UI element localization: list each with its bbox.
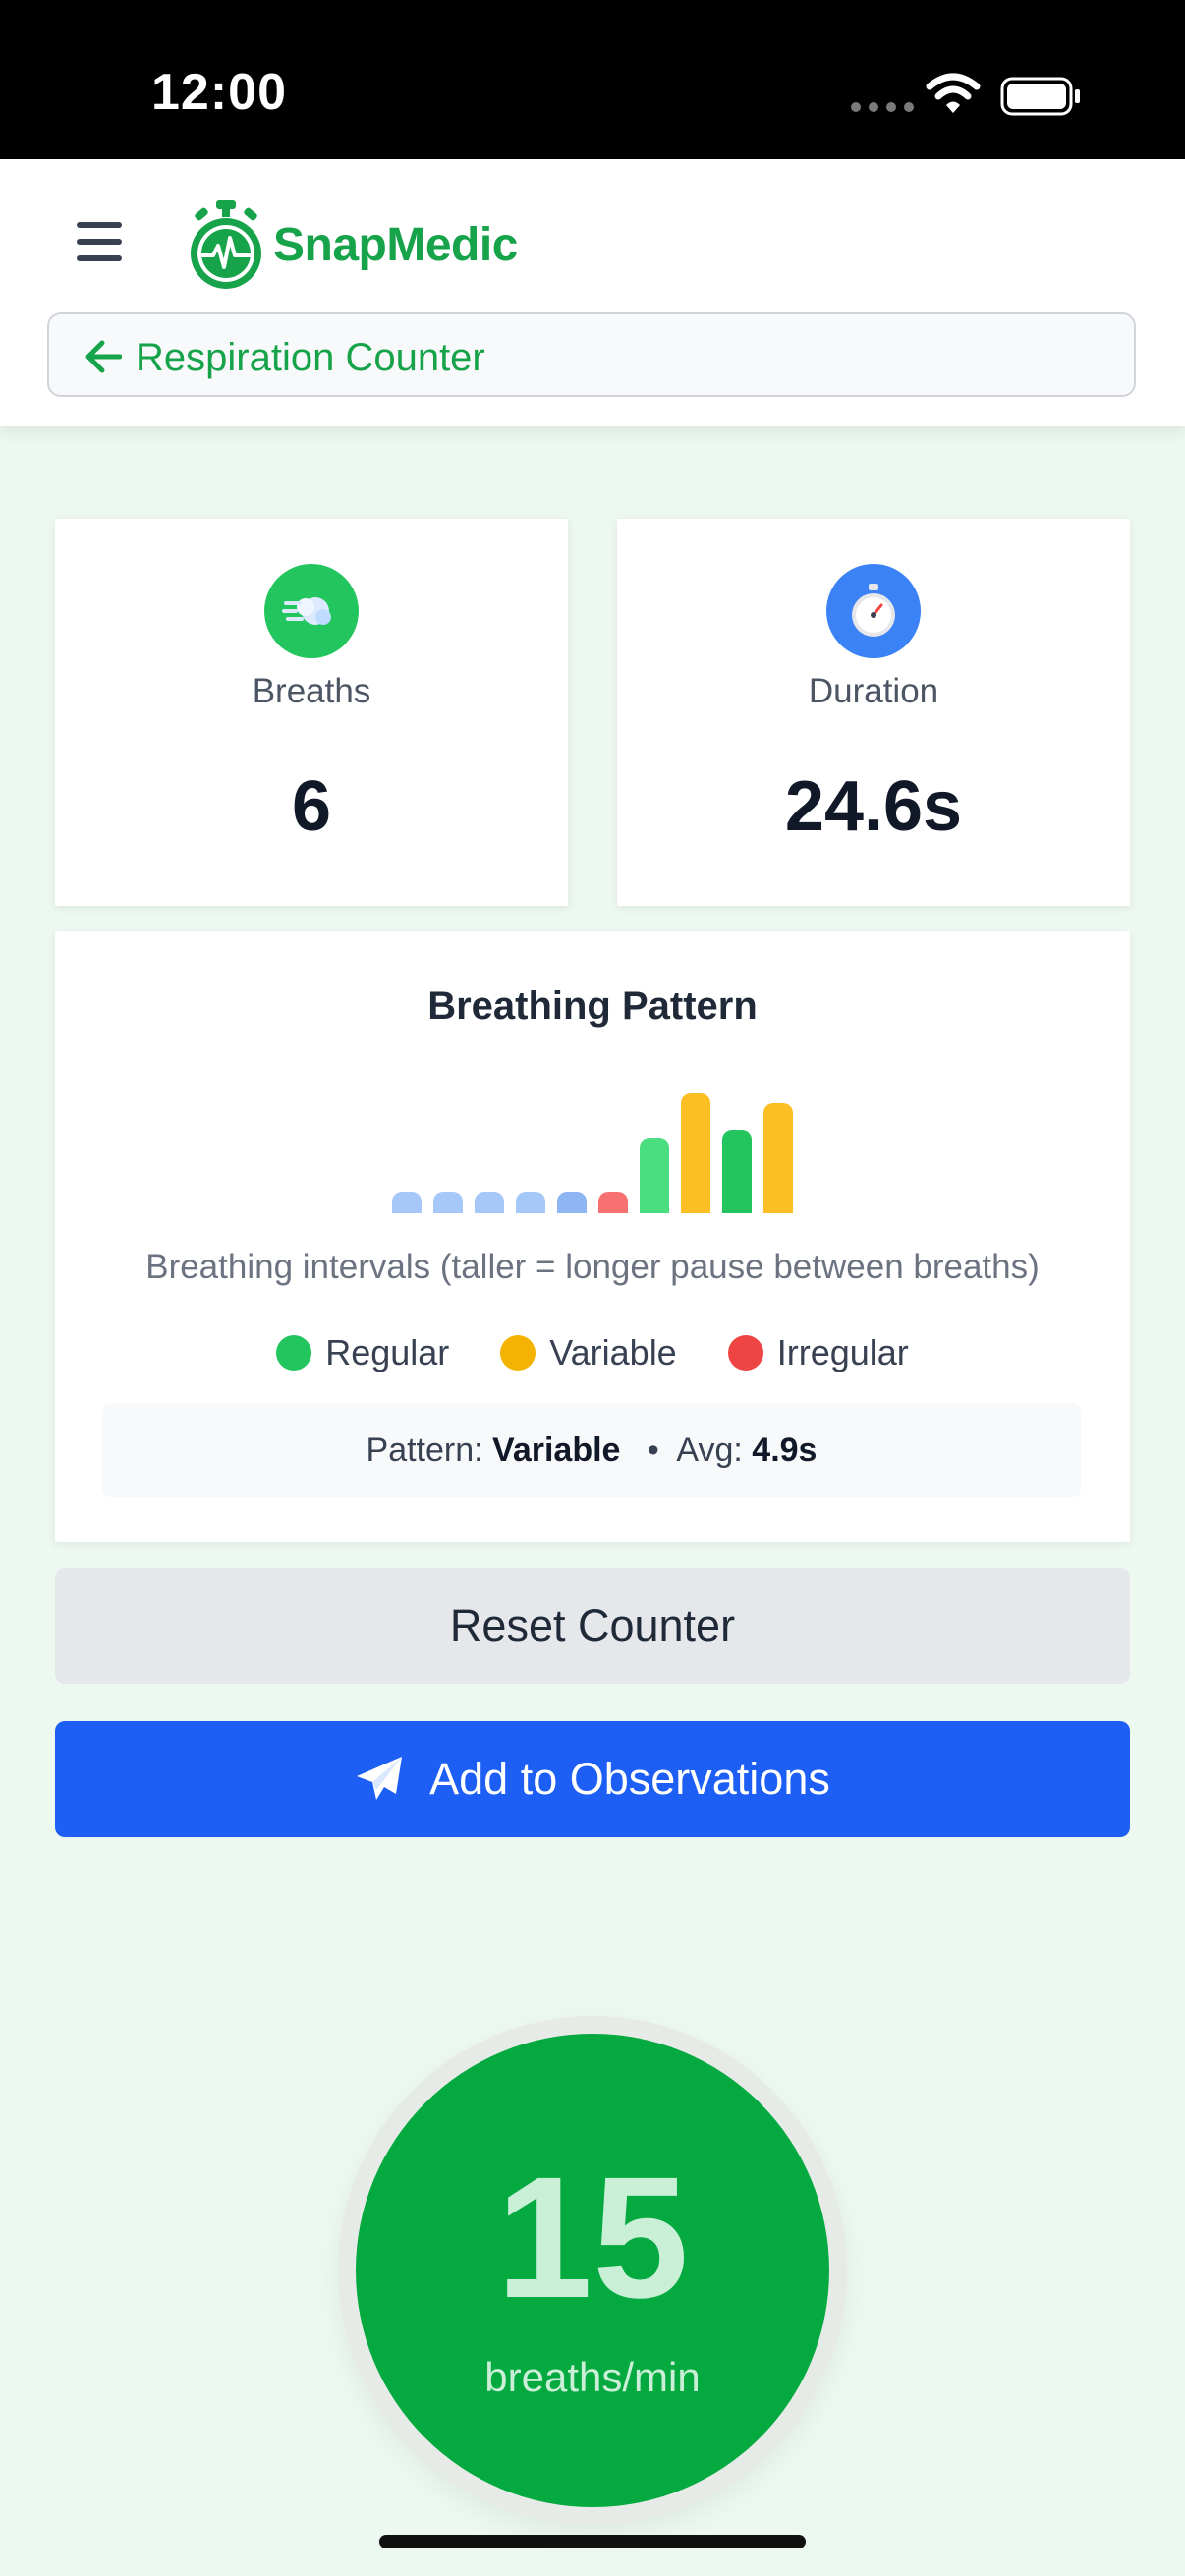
wifi-icon bbox=[926, 73, 981, 113]
interval-bar bbox=[557, 1192, 587, 1213]
cellular-signal-icon bbox=[851, 102, 914, 112]
legend: Regular Variable Irregular bbox=[55, 1332, 1130, 1373]
interval-bar bbox=[640, 1138, 669, 1213]
legend-item-regular: Regular bbox=[276, 1332, 449, 1373]
legend-dot-irregular bbox=[727, 1335, 763, 1371]
duration-card: Duration 24.6s bbox=[617, 519, 1130, 906]
pattern-label: Pattern: bbox=[366, 1431, 483, 1469]
reset-counter-button[interactable]: Reset Counter bbox=[55, 1568, 1130, 1684]
respiration-rate-display[interactable]: 15 breaths/min bbox=[338, 2016, 847, 2525]
legend-item-irregular: Irregular bbox=[727, 1332, 909, 1373]
legend-label-regular: Regular bbox=[325, 1332, 450, 1372]
legend-dot-variable bbox=[500, 1335, 536, 1371]
stopwatch-heartbeat-logo-icon bbox=[191, 200, 261, 289]
summary-separator: • bbox=[647, 1431, 659, 1469]
breaths-label: Breaths bbox=[252, 672, 371, 710]
interval-bar-chart bbox=[55, 931, 1130, 1226]
battery-icon bbox=[1000, 77, 1080, 116]
breaths-card: Breaths 6 bbox=[55, 519, 568, 906]
app-logo-text: SnapMedic bbox=[273, 219, 518, 271]
chart-caption: Breathing intervals (taller = longer pau… bbox=[145, 1248, 1040, 1286]
legend-label-irregular: Irregular bbox=[776, 1332, 909, 1372]
interval-bar bbox=[681, 1093, 710, 1213]
interval-bar bbox=[475, 1192, 504, 1213]
legend-dot-regular bbox=[276, 1335, 312, 1371]
pattern-summary: Pattern: Variable • Avg: 4.9s bbox=[102, 1403, 1081, 1497]
interval-bar bbox=[516, 1192, 545, 1213]
avg-value: 4.9s bbox=[752, 1431, 818, 1469]
add-to-observations-button[interactable]: Add to Observations bbox=[55, 1721, 1130, 1837]
breathing-pattern-card: Breathing Pattern Breathing intervals (t… bbox=[55, 931, 1130, 1542]
avg-label: Avg: bbox=[676, 1431, 743, 1469]
interval-bar bbox=[598, 1192, 628, 1213]
interval-bar bbox=[392, 1192, 422, 1213]
add-to-observations-label: Add to Observations bbox=[429, 1754, 830, 1804]
rate-value: 15 bbox=[496, 2142, 689, 2334]
duration-label: Duration bbox=[808, 672, 939, 710]
menu-icon[interactable] bbox=[77, 222, 122, 261]
arrow-left-icon[interactable] bbox=[85, 340, 122, 373]
rate-circle[interactable]: 15 breaths/min bbox=[356, 2034, 829, 2507]
paper-plane-icon bbox=[357, 1757, 403, 1800]
stopwatch-icon bbox=[826, 564, 921, 658]
wind-icon bbox=[264, 564, 359, 658]
status-bar: 12:00 bbox=[0, 0, 1185, 159]
status-time: 12:00 bbox=[151, 64, 287, 121]
interval-bar bbox=[433, 1192, 463, 1213]
page-title: Respiration Counter bbox=[136, 336, 485, 379]
duration-value: 24.6s bbox=[784, 767, 963, 846]
legend-label-variable: Variable bbox=[549, 1332, 677, 1372]
interval-bar bbox=[722, 1130, 752, 1213]
home-indicator bbox=[379, 2535, 806, 2548]
pattern-value: Variable bbox=[492, 1431, 621, 1469]
legend-item-variable: Variable bbox=[500, 1332, 677, 1373]
breadcrumb-back[interactable]: Respiration Counter bbox=[47, 312, 1136, 397]
breaths-value: 6 bbox=[291, 767, 332, 846]
rate-unit: breaths/min bbox=[484, 2354, 701, 2400]
interval-bar bbox=[763, 1103, 793, 1213]
